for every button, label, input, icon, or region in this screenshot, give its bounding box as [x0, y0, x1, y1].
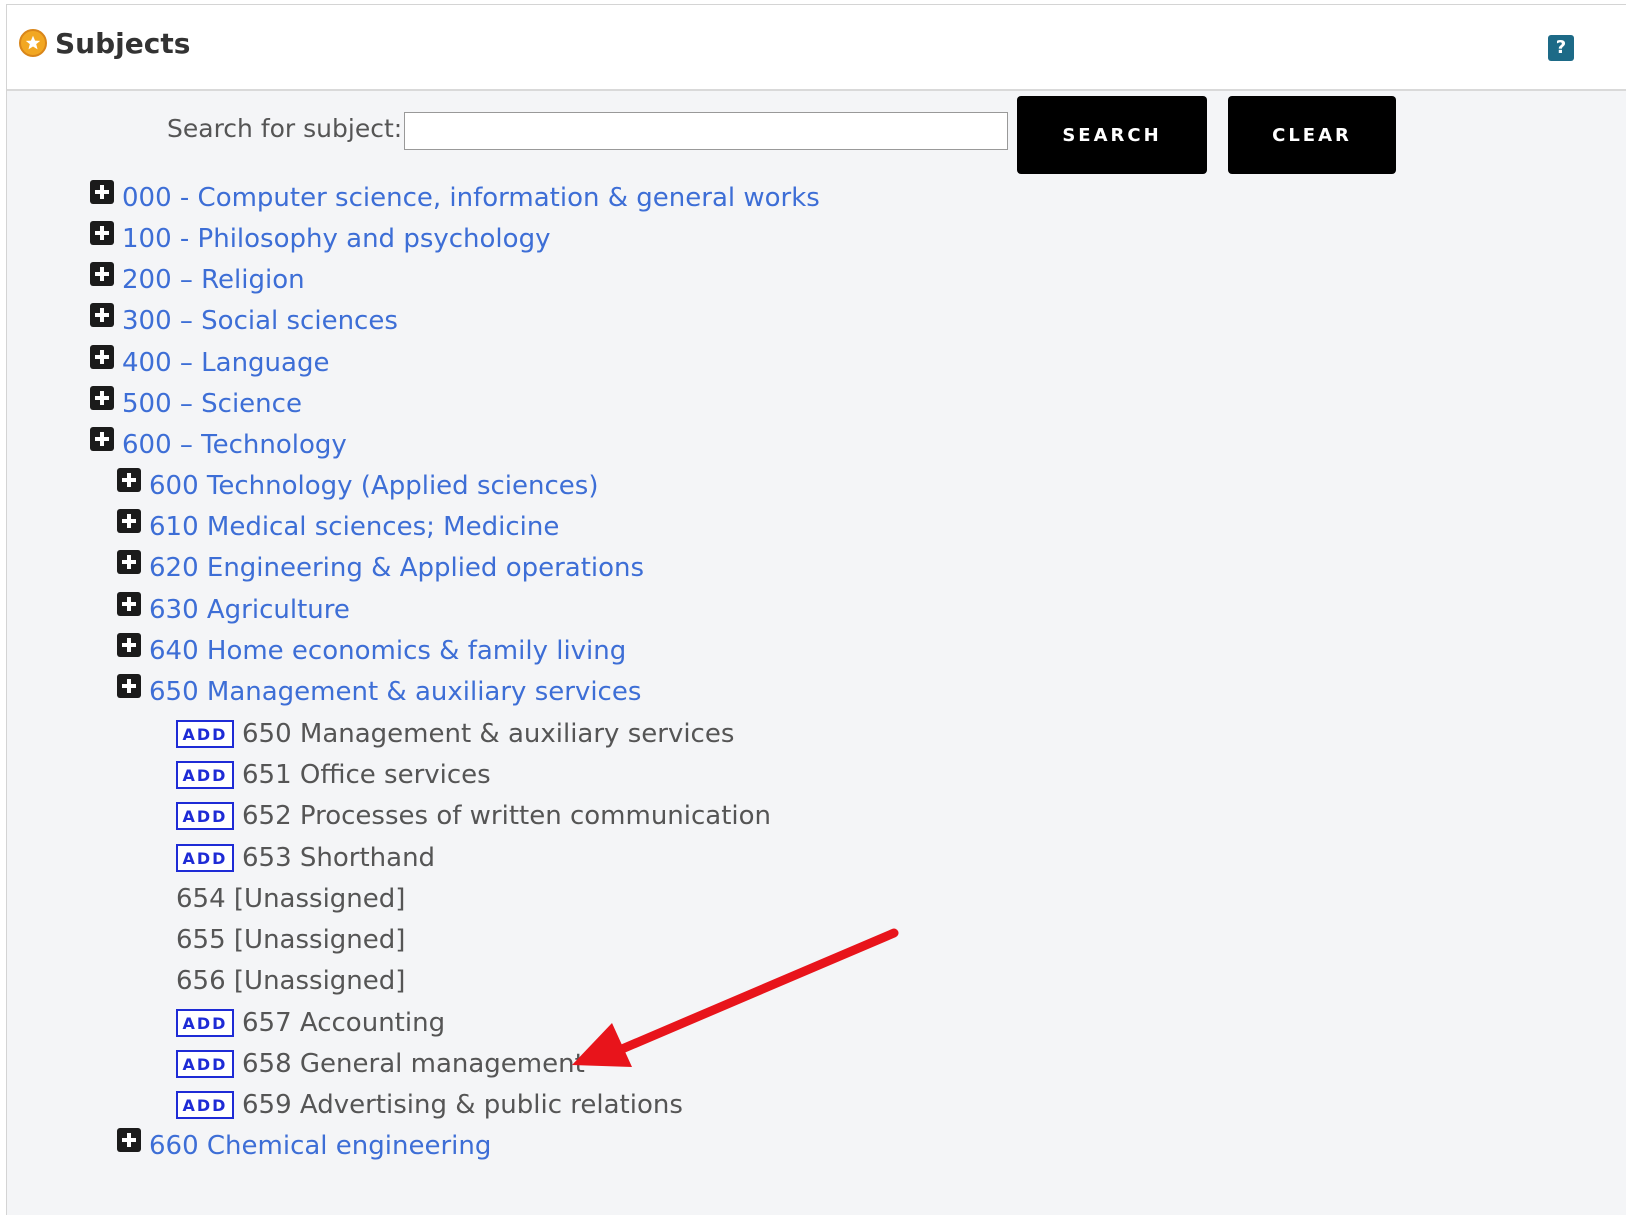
tree-node-link[interactable]: 600 Technology (Applied sciences)	[149, 471, 598, 501]
expand-plus-icon[interactable]	[117, 1128, 141, 1152]
leaf-item: ADD 650 Management & auxiliary services	[176, 714, 734, 754]
tree-node-link[interactable]: 620 Engineering & Applied operations	[149, 553, 644, 583]
tree-node: 660 Chemical engineering	[117, 1126, 491, 1166]
tree-node-link[interactable]: 500 – Science	[122, 389, 302, 419]
leaf-label: 659 Advertising & public relations	[242, 1090, 683, 1120]
leaf-label: 654 [Unassigned]	[176, 884, 406, 914]
tree-node-link[interactable]: 660 Chemical engineering	[149, 1131, 491, 1161]
tree-node: 600 Technology (Applied sciences)	[117, 466, 598, 506]
tree-node: 000 - Computer science, information & ge…	[90, 178, 820, 218]
tree-node-link[interactable]: 650 Management & auxiliary services	[149, 677, 641, 707]
tree-node-link[interactable]: 200 – Religion	[122, 265, 305, 295]
leaf-item: ADD 658 General management	[176, 1044, 585, 1084]
leaf-item: 656 [Unassigned]	[176, 961, 405, 1001]
expand-plus-icon[interactable]	[117, 633, 141, 657]
leaf-item: ADD 657 Accounting	[176, 1003, 445, 1043]
search-input[interactable]	[404, 112, 1008, 150]
leaf-item: 655 [Unassigned]	[176, 920, 405, 960]
search-label: Search for subject:	[167, 114, 403, 143]
expand-plus-icon[interactable]	[90, 180, 114, 204]
expand-plus-icon[interactable]	[117, 674, 141, 698]
tree-node-link[interactable]: 300 – Social sciences	[122, 306, 398, 336]
tree-node-link[interactable]: 100 - Philosophy and psychology	[122, 224, 550, 254]
leaf-label: 650 Management & auxiliary services	[242, 719, 735, 749]
leaf-label: 656 [Unassigned]	[176, 966, 406, 996]
expand-plus-icon[interactable]	[90, 345, 114, 369]
add-button[interactable]: ADD	[176, 844, 234, 872]
expand-plus-icon[interactable]	[117, 468, 141, 492]
expand-plus-icon[interactable]	[90, 303, 114, 327]
leaf-item: ADD 652 Processes of written communicati…	[176, 796, 771, 836]
tree-node-link[interactable]: 640 Home economics & family living	[149, 636, 626, 666]
leaf-item: 654 [Unassigned]	[176, 879, 405, 919]
tree-node: 500 – Science	[90, 384, 302, 424]
tree-node: 100 - Philosophy and psychology	[90, 219, 550, 259]
search-button[interactable]: SEARCH	[1017, 96, 1207, 174]
add-button[interactable]: ADD	[176, 761, 234, 789]
add-button[interactable]: ADD	[176, 1091, 234, 1119]
leaf-label: 653 Shorthand	[242, 843, 436, 873]
tree-node-link[interactable]: 000 - Computer science, information & ge…	[122, 183, 820, 213]
tree-node-link[interactable]: 610 Medical sciences; Medicine	[149, 512, 559, 542]
tree-node: 200 – Religion	[90, 260, 305, 300]
add-button[interactable]: ADD	[176, 802, 234, 830]
star-icon	[19, 29, 47, 57]
expand-plus-icon[interactable]	[90, 386, 114, 410]
add-button[interactable]: ADD	[176, 1009, 234, 1037]
tree-node: 630 Agriculture	[117, 590, 350, 630]
expand-plus-icon[interactable]	[90, 262, 114, 286]
tree-node: 600 – Technology	[90, 425, 347, 465]
annotation-arrow-icon	[572, 928, 899, 1067]
leaf-item: ADD 651 Office services	[176, 755, 491, 795]
expand-plus-icon[interactable]	[117, 592, 141, 616]
tree-node-link[interactable]: 600 – Technology	[122, 430, 347, 460]
add-button[interactable]: ADD	[176, 1050, 234, 1078]
tree-node: 610 Medical sciences; Medicine	[117, 507, 559, 547]
tree-node: 300 – Social sciences	[90, 301, 398, 341]
tree-node-link[interactable]: 630 Agriculture	[149, 595, 350, 625]
leaf-label: 655 [Unassigned]	[176, 925, 406, 955]
panel-header: Subjects ?	[7, 5, 1626, 91]
leaf-item: ADD 659 Advertising & public relations	[176, 1085, 683, 1125]
tree-node: 650 Management & auxiliary services	[117, 672, 641, 712]
tree-node: 400 – Language	[90, 343, 329, 383]
clear-button[interactable]: CLEAR	[1228, 96, 1396, 174]
leaf-label: 651 Office services	[242, 760, 491, 790]
page-title: Subjects	[55, 27, 191, 60]
tree-node: 620 Engineering & Applied operations	[117, 548, 644, 588]
leaf-label: 657 Accounting	[242, 1008, 446, 1038]
tree-node-link[interactable]: 400 – Language	[122, 348, 329, 378]
expand-plus-icon[interactable]	[117, 550, 141, 574]
leaf-item: ADD 653 Shorthand	[176, 838, 435, 878]
expand-plus-icon[interactable]	[90, 221, 114, 245]
expand-plus-icon[interactable]	[90, 427, 114, 451]
help-icon[interactable]: ?	[1548, 35, 1574, 61]
tree-node: 640 Home economics & family living	[117, 631, 626, 671]
leaf-label: 652 Processes of written communication	[242, 801, 772, 831]
add-button[interactable]: ADD	[176, 720, 234, 748]
expand-plus-icon[interactable]	[117, 509, 141, 533]
leaf-label: 658 General management	[242, 1049, 585, 1079]
